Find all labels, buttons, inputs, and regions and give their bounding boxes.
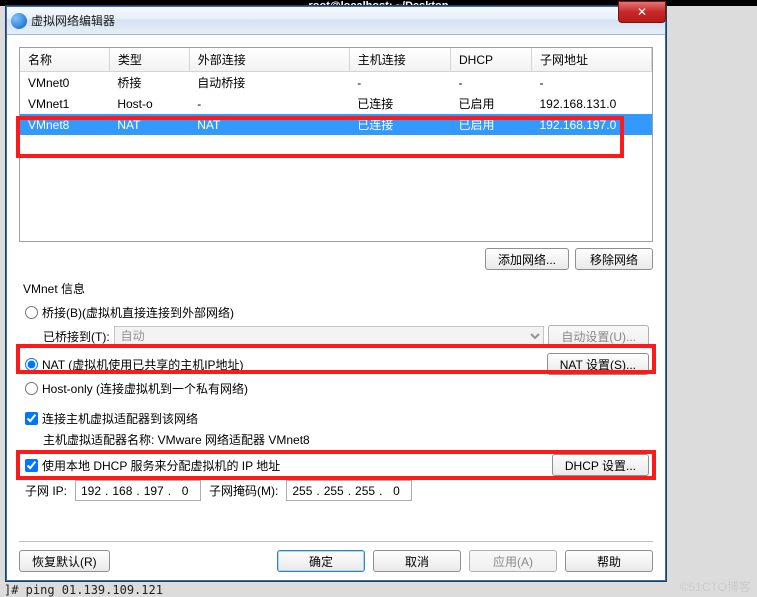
- use-dhcp-row[interactable]: 使用本地 DHCP 服务来分配虚拟机的 IP 地址 DHCP 设置...: [21, 452, 651, 478]
- cancel-button[interactable]: 取消: [373, 550, 461, 572]
- subnet-ip-4[interactable]: [172, 483, 198, 499]
- auto-settings-button[interactable]: 自动设置(U)...: [548, 325, 649, 347]
- col-type[interactable]: 类型: [109, 48, 189, 72]
- hostonly-label: Host-only (连接虚拟机到一个私有网络): [42, 380, 248, 397]
- subnet-ip-label: 子网 IP:: [25, 482, 67, 499]
- hostonly-radio-row[interactable]: Host-only (连接虚拟机到一个私有网络): [21, 377, 651, 399]
- col-external[interactable]: 外部连接: [189, 48, 349, 72]
- dialog-body: 名称 类型 外部连接 主机连接 DHCP 子网地址 VMnet0桥接自动桥接--…: [7, 35, 665, 580]
- use-dhcp-checkbox[interactable]: [25, 459, 38, 472]
- col-subnet[interactable]: 子网地址: [532, 48, 652, 72]
- table-cell: -: [349, 72, 450, 94]
- bridged-to-select[interactable]: 自动: [114, 326, 545, 347]
- nat-radio-row[interactable]: NAT (虚拟机使用已共享的主机IP地址) NAT 设置(S)...: [21, 351, 651, 377]
- ok-button[interactable]: 确定: [277, 550, 365, 572]
- apply-button[interactable]: 应用(A): [469, 550, 557, 572]
- subnet-ip-2[interactable]: [109, 483, 135, 499]
- subnet-mask-label: 子网掩码(M):: [209, 482, 278, 499]
- col-name[interactable]: 名称: [20, 48, 109, 72]
- dhcp-settings-button[interactable]: DHCP 设置...: [552, 454, 649, 476]
- table-cell: 自动桥接: [189, 72, 349, 94]
- subnet-ip-3[interactable]: [141, 483, 167, 499]
- use-dhcp-label: 使用本地 DHCP 服务来分配虚拟机的 IP 地址: [42, 457, 280, 474]
- table-cell: 桥接: [109, 72, 189, 94]
- titlebar[interactable]: 虚拟网络编辑器 ✕: [7, 7, 665, 35]
- bridged-radio[interactable]: [25, 306, 38, 319]
- bridged-to-row: 已桥接到(T): 自动 自动设置(U)...: [21, 323, 651, 351]
- table-cell: 已启用: [450, 114, 531, 135]
- subnet-row: 子网 IP: . . . 子网掩码(M): . . .: [21, 478, 651, 505]
- subnet-mask-3[interactable]: [352, 483, 378, 499]
- networks-table-container: 名称 类型 外部连接 主机连接 DHCP 子网地址 VMnet0桥接自动桥接--…: [19, 47, 653, 242]
- restore-defaults-button[interactable]: 恢复默认(R): [19, 550, 110, 572]
- col-host-conn[interactable]: 主机连接: [349, 48, 450, 72]
- connect-host-adapter-label: 连接主机虚拟适配器到该网络: [42, 410, 198, 427]
- close-icon: ✕: [637, 5, 647, 19]
- add-network-button[interactable]: 添加网络...: [485, 248, 569, 270]
- virtual-network-editor-dialog: 虚拟网络编辑器 ✕ 名称 类型 外部连接 主机连接 DHCP 子网地址 VMne…: [6, 6, 666, 581]
- table-cell: -: [450, 72, 531, 94]
- close-button[interactable]: ✕: [618, 1, 666, 23]
- subnet-mask-1[interactable]: [289, 483, 315, 499]
- dialog-button-bar: 恢复默认(R) 确定 取消 应用(A) 帮助: [19, 541, 653, 580]
- hostonly-radio[interactable]: [25, 382, 38, 395]
- table-cell: 已启用: [450, 93, 531, 114]
- subnet-ip-1[interactable]: [78, 483, 104, 499]
- subnet-mask-4[interactable]: [383, 483, 409, 499]
- network-buttons-row: 添加网络... 移除网络: [19, 248, 653, 270]
- adapter-name-row: 主机虚拟适配器名称: VMware 网络适配器 VMnet8: [21, 429, 651, 452]
- subnet-mask-field[interactable]: . . .: [286, 480, 412, 501]
- connect-host-adapter-checkbox[interactable]: [25, 412, 38, 425]
- col-dhcp[interactable]: DHCP: [450, 48, 531, 72]
- table-cell: -: [532, 72, 652, 94]
- subnet-ip-field[interactable]: . . .: [75, 480, 201, 501]
- table-cell: NAT: [109, 114, 189, 135]
- app-icon: [11, 13, 27, 29]
- terminal-line: ]# ping 01.139.109.121: [4, 583, 163, 597]
- vmnet-info-title: VMnet 信息: [23, 280, 651, 297]
- nat-radio[interactable]: [25, 358, 38, 371]
- table-cell: -: [189, 93, 349, 114]
- table-cell: VMnet8: [20, 114, 109, 135]
- bridged-label: 桥接(B)(虚拟机直接连接到外部网络): [42, 304, 234, 321]
- nat-label: NAT (虚拟机使用已共享的主机IP地址): [42, 356, 244, 373]
- table-cell: 192.168.197.0: [532, 114, 652, 135]
- table-cell: 已连接: [349, 114, 450, 135]
- help-button[interactable]: 帮助: [565, 550, 653, 572]
- table-row[interactable]: VMnet0桥接自动桥接---: [20, 72, 652, 94]
- nat-settings-button[interactable]: NAT 设置(S)...: [547, 353, 649, 375]
- table-row[interactable]: VMnet1Host-o-已连接已启用192.168.131.0: [20, 93, 652, 114]
- table-cell: 已连接: [349, 93, 450, 114]
- networks-table[interactable]: 名称 类型 外部连接 主机连接 DHCP 子网地址 VMnet0桥接自动桥接--…: [20, 48, 652, 135]
- window-title: 虚拟网络编辑器: [31, 12, 115, 29]
- vmnet-info-group: VMnet 信息 桥接(B)(虚拟机直接连接到外部网络) 已桥接到(T): 自动…: [19, 274, 653, 505]
- table-cell: NAT: [189, 114, 349, 135]
- bridged-radio-row[interactable]: 桥接(B)(虚拟机直接连接到外部网络): [21, 301, 651, 323]
- table-row[interactable]: VMnet8NATNAT已连接已启用192.168.197.0: [20, 114, 652, 135]
- table-header-row: 名称 类型 外部连接 主机连接 DHCP 子网地址: [20, 48, 652, 72]
- table-cell: VMnet1: [20, 93, 109, 114]
- remove-network-button[interactable]: 移除网络: [575, 248, 653, 270]
- table-cell: 192.168.131.0: [532, 93, 652, 114]
- adapter-name-label: 主机虚拟适配器名称: VMware 网络适配器 VMnet8: [43, 431, 310, 448]
- table-cell: VMnet0: [20, 72, 109, 94]
- connect-host-adapter-row[interactable]: 连接主机虚拟适配器到该网络: [21, 407, 651, 429]
- watermark: ©51CTO博客: [680, 578, 751, 595]
- table-cell: Host-o: [109, 93, 189, 114]
- subnet-mask-2[interactable]: [321, 483, 347, 499]
- bridged-to-label: 已桥接到(T):: [43, 328, 110, 345]
